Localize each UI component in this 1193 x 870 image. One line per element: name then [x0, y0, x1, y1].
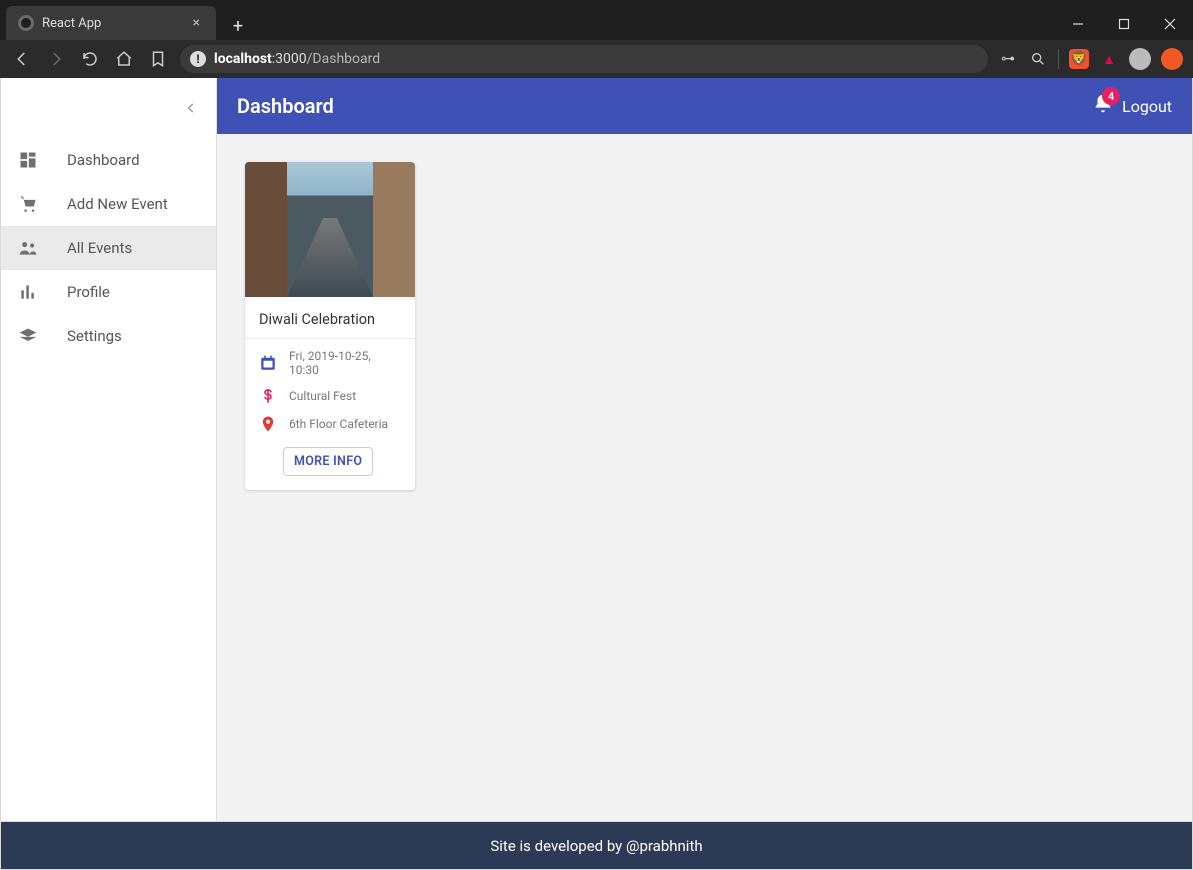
- event-card-body: Diwali Celebration Fri, 2019-10-25, 10:3…: [245, 297, 415, 490]
- calendar-icon: [259, 354, 277, 372]
- browser-chrome: React App × + ! localhost:3000/Dashboard…: [0, 0, 1193, 78]
- event-category-row: Cultural Fest: [259, 387, 401, 405]
- main-area: Dashboard 4 Logout Diwali Celebration Fr…: [217, 78, 1192, 821]
- reload-button[interactable]: [78, 47, 102, 71]
- event-card-image: [245, 162, 415, 297]
- sidebar-item-profile[interactable]: Profile: [1, 270, 216, 314]
- profile-avatar-icon[interactable]: [1129, 48, 1151, 70]
- window-maximize-button[interactable]: [1101, 8, 1147, 40]
- browser-titlebar: React App × +: [0, 0, 1193, 40]
- window-controls: [1055, 8, 1193, 40]
- notifications-badge: 4: [1102, 87, 1120, 105]
- nav-forward-button[interactable]: [44, 47, 68, 71]
- event-location: 6th Floor Cafeteria: [289, 417, 388, 431]
- window-close-button[interactable]: [1147, 8, 1193, 40]
- barchart-icon: [17, 281, 39, 303]
- content-area: Diwali Celebration Fri, 2019-10-25, 10:3…: [217, 134, 1192, 821]
- sidebar-nav: Dashboard Add New Event All Events Profi…: [1, 138, 216, 358]
- browser-tab[interactable]: React App ×: [6, 6, 216, 40]
- sidebar: Dashboard Add New Event All Events Profi…: [1, 78, 217, 821]
- logout-button[interactable]: Logout: [1122, 97, 1172, 116]
- dollar-icon: [259, 387, 277, 405]
- event-date: Fri, 2019-10-25, 10:30: [289, 349, 401, 377]
- site-info-icon[interactable]: !: [190, 51, 206, 67]
- bookmark-button[interactable]: [146, 47, 170, 71]
- window-minimize-button[interactable]: [1055, 8, 1101, 40]
- browser-toolbar: ! localhost:3000/Dashboard ⊶ 🦁 ▲: [0, 40, 1193, 78]
- event-location-row: 6th Floor Cafeteria: [259, 415, 401, 433]
- sidebar-item-add-new-event[interactable]: Add New Event: [1, 182, 216, 226]
- tab-title: React App: [42, 16, 181, 31]
- sidebar-item-label: Profile: [67, 283, 110, 301]
- event-card: Diwali Celebration Fri, 2019-10-25, 10:3…: [245, 162, 415, 490]
- tab-favicon-icon: [18, 15, 34, 31]
- page-title: Dashboard: [237, 94, 1092, 118]
- brave-rewards-icon[interactable]: ▲: [1099, 49, 1119, 69]
- sidebar-item-all-events[interactable]: All Events: [1, 226, 216, 270]
- location-icon: [259, 415, 277, 433]
- layers-icon: [17, 325, 39, 347]
- brave-shield-icon[interactable]: 🦁: [1069, 49, 1089, 69]
- address-bar[interactable]: ! localhost:3000/Dashboard: [180, 45, 988, 73]
- nav-back-button[interactable]: [10, 47, 34, 71]
- toolbar-right-icons: ⊶ 🦁 ▲: [998, 48, 1183, 70]
- dashboard-icon: [17, 149, 39, 171]
- url-text: localhost:3000/Dashboard: [214, 51, 380, 67]
- home-button[interactable]: [112, 47, 136, 71]
- event-category: Cultural Fest: [289, 389, 356, 403]
- sidebar-item-label: All Events: [67, 239, 132, 257]
- zoom-icon[interactable]: [1028, 49, 1048, 69]
- notifications-button[interactable]: 4: [1092, 93, 1114, 119]
- new-tab-button[interactable]: +: [224, 12, 252, 40]
- app-root: Dashboard Add New Event All Events Profi…: [0, 78, 1193, 822]
- people-icon: [17, 237, 39, 259]
- cart-icon: [17, 193, 39, 215]
- more-info-button[interactable]: MORE INFO: [283, 447, 373, 476]
- footer-text: Site is developed by @prabhnith: [490, 837, 702, 855]
- key-icon[interactable]: ⊶: [998, 49, 1018, 69]
- sidebar-item-settings[interactable]: Settings: [1, 314, 216, 358]
- extension-icon[interactable]: [1161, 48, 1183, 70]
- card-divider: [245, 338, 415, 339]
- sidebar-item-label: Settings: [67, 327, 122, 345]
- event-title: Diwali Celebration: [259, 311, 401, 328]
- event-date-row: Fri, 2019-10-25, 10:30: [259, 349, 401, 377]
- app-bar: Dashboard 4 Logout: [217, 78, 1192, 134]
- site-footer: Site is developed by @prabhnith: [0, 822, 1193, 870]
- tab-close-icon[interactable]: ×: [189, 15, 204, 31]
- sidebar-item-label: Dashboard: [67, 151, 140, 169]
- sidebar-item-label: Add New Event: [67, 195, 168, 213]
- sidebar-item-dashboard[interactable]: Dashboard: [1, 138, 216, 182]
- sidebar-collapse-button[interactable]: [184, 100, 198, 119]
- toolbar-separator: [1058, 49, 1059, 69]
